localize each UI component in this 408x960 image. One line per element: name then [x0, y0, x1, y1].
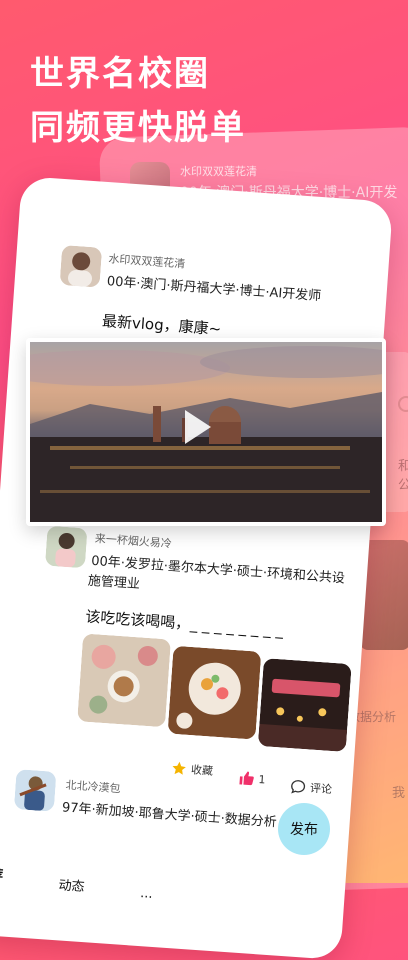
- post-3-avatar[interactable]: [13, 769, 57, 812]
- tab-more[interactable]: ...: [140, 886, 153, 902]
- post-2-photo-2[interactable]: [167, 645, 262, 740]
- night-street-image: [257, 658, 352, 752]
- post-2-user-meta-line2: 施管理业: [87, 573, 141, 593]
- post-2-username[interactable]: 来一杯烟火易冷: [94, 530, 172, 551]
- favorite-button[interactable]: 收藏: [171, 760, 214, 779]
- avatar-portrait-icon: [44, 525, 88, 569]
- food-plate-image: [167, 645, 262, 740]
- post-1-user-meta: 00年·澳门·斯丹福大学·博士·AI开发师: [106, 274, 322, 305]
- comment-icon: [291, 780, 306, 794]
- tab-moments[interactable]: 动态: [58, 874, 85, 895]
- post-3-user-meta: 97年·新加坡·耶鲁大学·硕士·数据分析: [61, 800, 278, 831]
- play-icon[interactable]: [185, 410, 211, 444]
- thumbs-up-icon: [239, 771, 254, 786]
- flowers-coffee-image: [77, 633, 172, 728]
- post-1-caption: 最新vlog，康康~: [101, 311, 222, 339]
- post-2-photo-1[interactable]: [77, 633, 172, 728]
- post-1-avatar[interactable]: [59, 244, 103, 288]
- background-fragment-a: 和公: [398, 459, 408, 493]
- post-2-avatar[interactable]: [44, 525, 88, 569]
- like-button[interactable]: 1: [238, 770, 266, 788]
- star-icon: [172, 761, 186, 775]
- post-1-username[interactable]: 水印双双莲花清: [108, 250, 186, 271]
- avatar-violinist-icon: [13, 769, 57, 812]
- publish-button[interactable]: 发布: [278, 803, 330, 855]
- post-1-video[interactable]: [26, 338, 386, 526]
- phone-feed-card: 水印双双莲花清 00年·澳门·斯丹福大学·博士·AI开发师 最新vlog，康康~…: [0, 176, 394, 960]
- tab-recommend[interactable]: 推荐: [0, 863, 4, 884]
- headline-primary: 世界名校圈: [30, 54, 210, 94]
- like-count: 1: [258, 772, 266, 786]
- comment-button[interactable]: 评论: [290, 778, 333, 797]
- favorite-label: 收藏: [190, 763, 214, 778]
- post-2-photo-3[interactable]: [257, 658, 352, 752]
- comment-label: 评论: [309, 781, 333, 797]
- avatar-portrait-icon: [59, 244, 103, 288]
- background-username: 水印双双莲花清: [180, 165, 257, 178]
- background-comment-icon: [398, 396, 408, 412]
- background-fragment-c: 我: [392, 786, 406, 801]
- post-3-username[interactable]: 北北冷漠包: [65, 777, 121, 797]
